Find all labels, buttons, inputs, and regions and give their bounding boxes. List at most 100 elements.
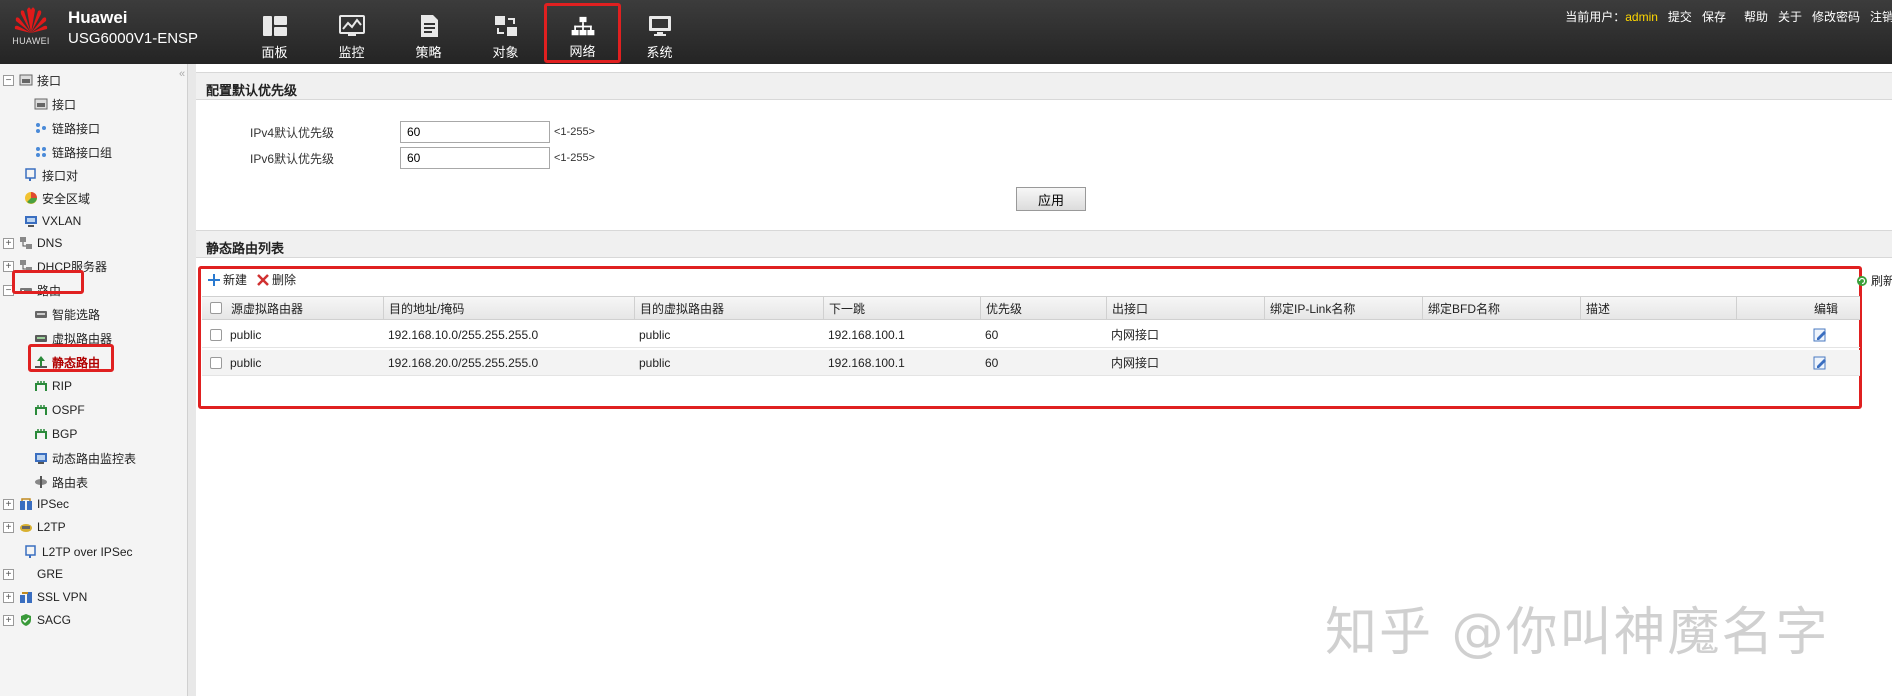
cell-next-hop: 192.168.100.1 (828, 327, 905, 342)
expand-toggle-icon[interactable]: + (3, 614, 14, 626)
sidebar-item-sacg[interactable]: + SACG (3, 610, 71, 630)
nav-label: 策略 (415, 45, 442, 60)
refresh-button[interactable]: 刷新 (1856, 272, 1892, 289)
submit-link[interactable]: 提交 (1668, 8, 1692, 25)
expand-toggle-icon[interactable]: + (3, 237, 14, 249)
col-header[interactable]: 源虚拟路由器 (226, 297, 383, 319)
highlight-box-static-route (28, 344, 114, 372)
edit-icon[interactable] (1812, 327, 1828, 343)
sidebar-item-interfaces[interactable]: − 接口 (3, 70, 61, 90)
l2tp-over-ipsec-icon (25, 545, 36, 558)
ipsec-icon (20, 498, 32, 510)
device-model: USG6000V1-ENSP (68, 30, 199, 47)
sidebar-item-dns[interactable]: + DNS (3, 233, 62, 253)
sidebar-item-label: SSL VPN (37, 590, 88, 604)
help-link[interactable]: 帮助 (1744, 8, 1768, 25)
save-link[interactable]: 保存 (1702, 8, 1726, 25)
ipv4-range-hint: <1-255> (554, 126, 595, 138)
col-header[interactable]: 目的地址/掩码 (383, 297, 634, 319)
sidebar-item-smart-routing[interactable]: 智能选路 (34, 304, 100, 324)
sidebar-item-link-interface[interactable]: 链路接口 (34, 118, 100, 138)
ipv4-priority-row: IPv4默认优先级 <1-255> (250, 121, 595, 143)
policy-icon (420, 15, 438, 37)
sidebar-item-label: 链路接口组 (52, 145, 113, 160)
sidebar-item-l2tp[interactable]: + L2TP (3, 517, 66, 537)
col-header[interactable]: 目的虚拟路由器 (634, 297, 823, 319)
col-header[interactable]: 绑定BFD名称 (1422, 297, 1580, 319)
sidebar-item-ssl-vpn[interactable]: + SSL VPN (3, 587, 87, 607)
refresh-label: 刷新 (1871, 274, 1892, 288)
cell-out-if: 内网接口 (1111, 328, 1160, 342)
sidebar-item-gre[interactable]: + GRE (3, 564, 63, 584)
ipv4-priority-input[interactable] (400, 121, 550, 143)
sacg-shield-icon (21, 614, 31, 626)
security-zone-icon (25, 192, 37, 204)
sidebar-item-interface[interactable]: 接口 (34, 94, 76, 114)
sidebar-item-vxlan[interactable]: VXLAN (24, 211, 81, 231)
sidebar-item-routing-table[interactable]: 路由表 (34, 472, 88, 492)
change-password-link[interactable]: 修改密码 (1812, 8, 1860, 25)
about-link[interactable]: 关于 (1778, 8, 1802, 25)
route-monitor-icon (35, 453, 47, 464)
sidebar-item-label: SACG (37, 613, 72, 627)
sidebar-item-ospf[interactable]: OSPF (34, 400, 85, 420)
table-row[interactable]: public 192.168.20.0/255.255.255.0 public… (202, 350, 1860, 376)
col-header[interactable]: 下一跳 (823, 297, 980, 319)
nav-network[interactable]: 网络 (544, 3, 621, 63)
sidebar-item-bgp[interactable]: BGP (34, 424, 77, 444)
cell-dest: 192.168.10.0/255.255.255.0 (388, 327, 539, 342)
edit-icon[interactable] (1812, 355, 1828, 371)
sidebar-item-label: 智能选路 (52, 307, 101, 322)
collapse-toggle-icon[interactable]: − (3, 74, 14, 86)
row-checkbox[interactable] (210, 328, 222, 341)
sidebar-item-rip[interactable]: RIP (34, 376, 72, 396)
row-checkbox[interactable] (210, 356, 222, 369)
select-all-cell (210, 297, 222, 319)
huawei-logo-icon (14, 7, 48, 33)
nav-system[interactable]: 系统 (621, 0, 698, 64)
nav-dashboard[interactable]: 面板 (236, 0, 313, 64)
watermark: 知乎 @你叫神魔名字 (1325, 603, 1830, 663)
col-header[interactable]: 描述 (1580, 297, 1736, 319)
apply-button[interactable]: 应用 (1016, 187, 1086, 211)
col-header: 编辑 (1736, 297, 1860, 319)
object-icon (494, 16, 517, 36)
select-all-checkbox[interactable] (210, 302, 222, 314)
sidebar-item-ipsec[interactable]: + IPSec (3, 494, 69, 514)
ipv6-range-hint: <1-255> (554, 152, 595, 164)
sidebar-item-label: 路由表 (52, 475, 89, 490)
nav-object[interactable]: 对象 (467, 0, 544, 64)
smart-routing-icon (35, 311, 47, 318)
col-header[interactable]: 出接口 (1106, 297, 1264, 319)
delete-route-button[interactable]: 删除 (257, 271, 296, 288)
expand-toggle-icon[interactable]: + (3, 591, 14, 603)
nav-label: 面板 (261, 45, 288, 60)
sidebar-item-label: 接口 (37, 73, 62, 88)
network-icon (571, 16, 594, 36)
expand-toggle-icon[interactable]: + (3, 568, 14, 580)
link-group-icon (36, 147, 46, 157)
expand-toggle-icon[interactable]: + (3, 498, 14, 510)
highlight-box-routing (12, 270, 84, 294)
nav-monitor[interactable]: 监控 (313, 0, 390, 64)
sidebar-item-label: 动态路由监控表 (52, 451, 137, 466)
vxlan-icon (25, 216, 37, 227)
ipv6-priority-row: IPv6默认优先级 <1-255> (250, 147, 595, 169)
sidebar-item-link-interface-group[interactable]: 链路接口组 (34, 142, 112, 162)
link-interface-icon (36, 123, 46, 133)
ipv6-priority-input[interactable] (400, 147, 550, 169)
sidebar-item-interface-pair[interactable]: 接口对 (24, 165, 78, 185)
nav-policy[interactable]: 策略 (390, 0, 467, 64)
logout-link[interactable]: 注销 (1870, 8, 1892, 25)
collapse-sidebar-icon[interactable]: « (179, 68, 185, 80)
sidebar-item-l2tp-over-ipsec[interactable]: L2TP over IPSec (24, 542, 133, 562)
route-panel-title: 静态路由列表 (196, 230, 1892, 258)
sidebar-splitter[interactable] (188, 64, 196, 696)
new-route-button[interactable]: 新建 (208, 271, 247, 288)
col-header[interactable]: 优先级 (980, 297, 1106, 319)
sidebar-item-security-zone[interactable]: 安全区域 (24, 188, 90, 208)
expand-toggle-icon[interactable]: + (3, 521, 14, 533)
sidebar-item-dynamic-route-monitor[interactable]: 动态路由监控表 (34, 448, 136, 468)
col-header[interactable]: 绑定IP-Link名称 (1264, 297, 1422, 319)
table-row[interactable]: public 192.168.10.0/255.255.255.0 public… (202, 322, 1860, 348)
